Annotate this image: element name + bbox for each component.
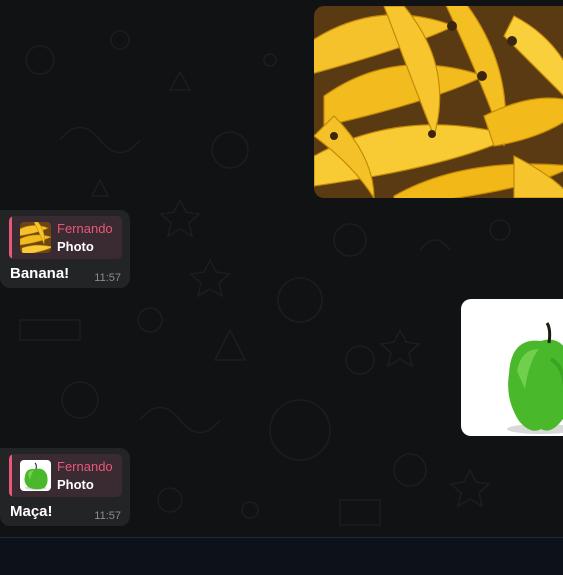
message-text: Maça! xyxy=(10,503,53,520)
quote-accent-bar xyxy=(9,216,12,259)
quote-accent-bar xyxy=(9,454,12,497)
chat-area[interactable]: Fernando Photo Banana! 11:57 Fernando Ph… xyxy=(0,0,563,537)
composer-bar[interactable] xyxy=(0,537,563,575)
bananas-image xyxy=(314,6,563,198)
quoted-reply[interactable]: Fernando Photo xyxy=(9,216,122,259)
quote-author: Fernando xyxy=(57,221,113,236)
green-apple-thumbnail xyxy=(20,460,51,491)
quoted-reply[interactable]: Fernando Photo xyxy=(9,454,122,497)
green-apple-photo-message[interactable] xyxy=(461,299,563,436)
bananas-thumbnail xyxy=(20,222,51,253)
quote-author: Fernando xyxy=(57,459,113,474)
message-time: 11:57 xyxy=(94,510,121,522)
message-time: 11:57 xyxy=(94,272,121,284)
incoming-message-banana[interactable]: Fernando Photo Banana! 11:57 xyxy=(0,210,130,288)
bananas-photo-message[interactable] xyxy=(314,6,563,198)
green-apple-image xyxy=(461,299,563,436)
message-text: Banana! xyxy=(10,265,70,282)
incoming-message-apple[interactable]: Fernando Photo Maça! 11:57 xyxy=(0,448,130,526)
quote-media-type: Photo xyxy=(57,477,94,492)
quote-media-type: Photo xyxy=(57,239,94,254)
